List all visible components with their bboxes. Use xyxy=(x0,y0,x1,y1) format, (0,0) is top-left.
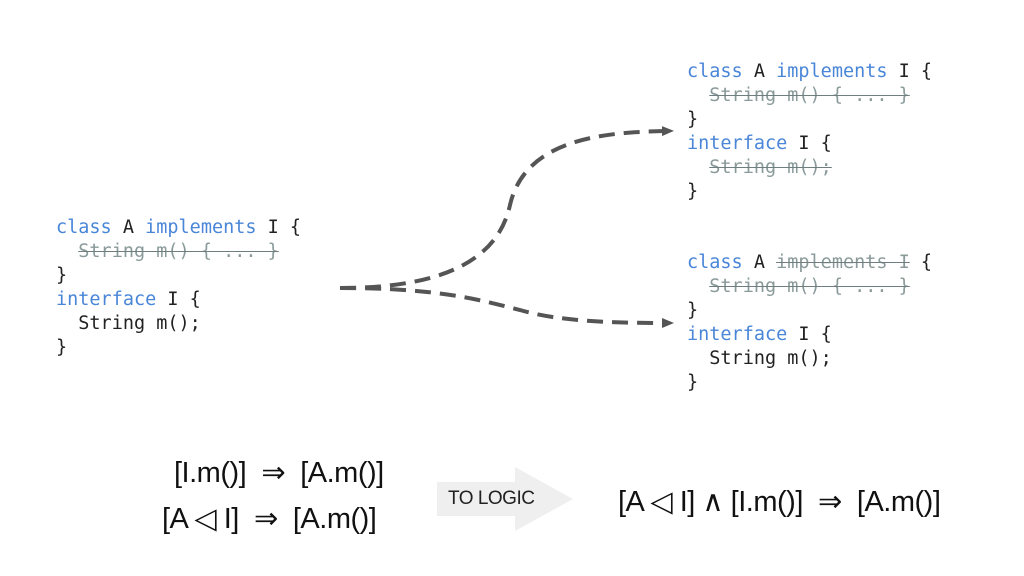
formula-left-1: [I.m()] ⇒ [A.m()] xyxy=(174,457,384,489)
code-text: A xyxy=(742,252,777,273)
slide: class A implements I { String m() { ... … xyxy=(0,0,1024,576)
code-text: I { xyxy=(156,289,201,310)
code-keyword: class xyxy=(56,217,112,238)
code-removed: String m() { ... } xyxy=(78,241,279,262)
code-keyword: class xyxy=(687,61,743,82)
code-line: interface I { xyxy=(56,288,301,312)
code-removed: implements I xyxy=(776,252,910,273)
code-text: } xyxy=(687,300,699,321)
code-line: interface I { xyxy=(687,132,932,156)
code-keyword: implements xyxy=(145,217,257,238)
code-line: String m() { ... } xyxy=(56,240,301,264)
code-text: } xyxy=(56,337,68,358)
code-line: interface I { xyxy=(687,323,932,347)
code-line: } xyxy=(56,336,301,360)
code-keyword: interface xyxy=(56,289,157,310)
code-text: { xyxy=(909,252,933,273)
dashed-arrow-top xyxy=(339,126,674,290)
code-line: class A implements I { xyxy=(687,60,932,84)
code-text: A xyxy=(111,217,146,238)
code-line: String m() { ... } xyxy=(687,275,932,299)
code-text: String m(); xyxy=(687,348,832,369)
code-line: String m() { ... } xyxy=(687,84,932,108)
code-text: } xyxy=(687,372,699,393)
code-line: } xyxy=(687,371,932,395)
code-line: String m(); xyxy=(687,347,932,371)
code-keyword: interface xyxy=(687,133,788,154)
code-line: class A implements I { xyxy=(687,251,932,275)
dashed-arrow-bottom xyxy=(339,286,674,328)
code-removed: String m() { ... } xyxy=(709,276,910,297)
code-text: I { xyxy=(787,133,832,154)
code-text: I { xyxy=(787,324,832,345)
code-text: } xyxy=(56,265,68,286)
code-text: } xyxy=(687,181,699,202)
code-line: } xyxy=(687,299,932,323)
code-text: } xyxy=(687,109,699,130)
code-line: class A implements I { xyxy=(56,216,301,240)
code-line: } xyxy=(687,108,932,132)
code-text: String m(); xyxy=(56,313,201,334)
code-removed: String m() { ... } xyxy=(709,85,910,106)
code-keyword: implements xyxy=(776,61,888,82)
to-logic-label: TO LOGIC xyxy=(448,488,535,509)
code-keyword: interface xyxy=(687,324,788,345)
code-removed: String m(); xyxy=(709,157,832,178)
result-code-block-top: class A implements I { String m() { ... … xyxy=(687,60,932,204)
source-code-block: class A implements I { String m() { ... … xyxy=(56,216,301,360)
code-line: } xyxy=(687,180,932,204)
formula-left-2: [A ◁ I] ⇒ [A.m()] xyxy=(162,503,377,535)
code-text: A xyxy=(742,61,777,82)
code-line: String m(); xyxy=(56,312,301,336)
code-line: } xyxy=(56,264,301,288)
formula-right: [A ◁ I] ∧ [I.m()] ⇒ [A.m()] xyxy=(618,486,941,518)
code-keyword: class xyxy=(687,252,743,273)
code-line: String m(); xyxy=(687,156,932,180)
result-code-block-bottom: class A implements I { String m() { ... … xyxy=(687,251,932,395)
code-text: I { xyxy=(887,61,933,82)
code-text: I { xyxy=(256,217,302,238)
